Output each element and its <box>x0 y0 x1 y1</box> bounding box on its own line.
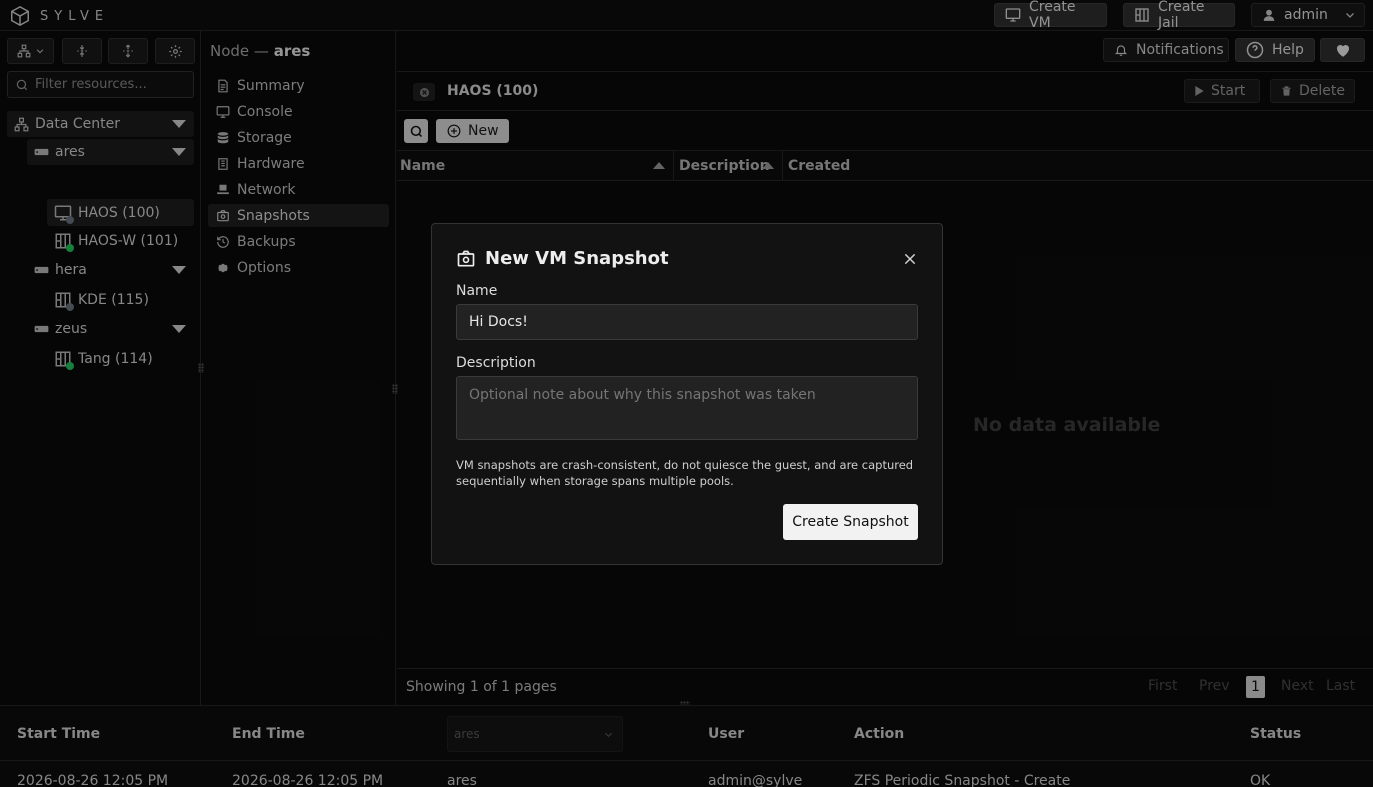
snapshot-note: VM snapshots are crash-consistent, do no… <box>456 458 914 488</box>
snapshot-description-input[interactable] <box>456 376 918 440</box>
new-snapshot-dialog: New VM Snapshot Name Description VM snap… <box>431 223 943 565</box>
dialog-title: New VM Snapshot <box>485 248 669 269</box>
name-label: Name <box>456 283 498 299</box>
description-label: Description <box>456 355 536 371</box>
dialog-header: New VM Snapshot <box>456 248 669 269</box>
snapshot-camera-icon <box>456 249 476 269</box>
create-snapshot-button[interactable]: Create Snapshot <box>783 504 918 540</box>
close-icon[interactable] <box>902 251 918 267</box>
snapshot-name-input[interactable] <box>456 304 918 340</box>
